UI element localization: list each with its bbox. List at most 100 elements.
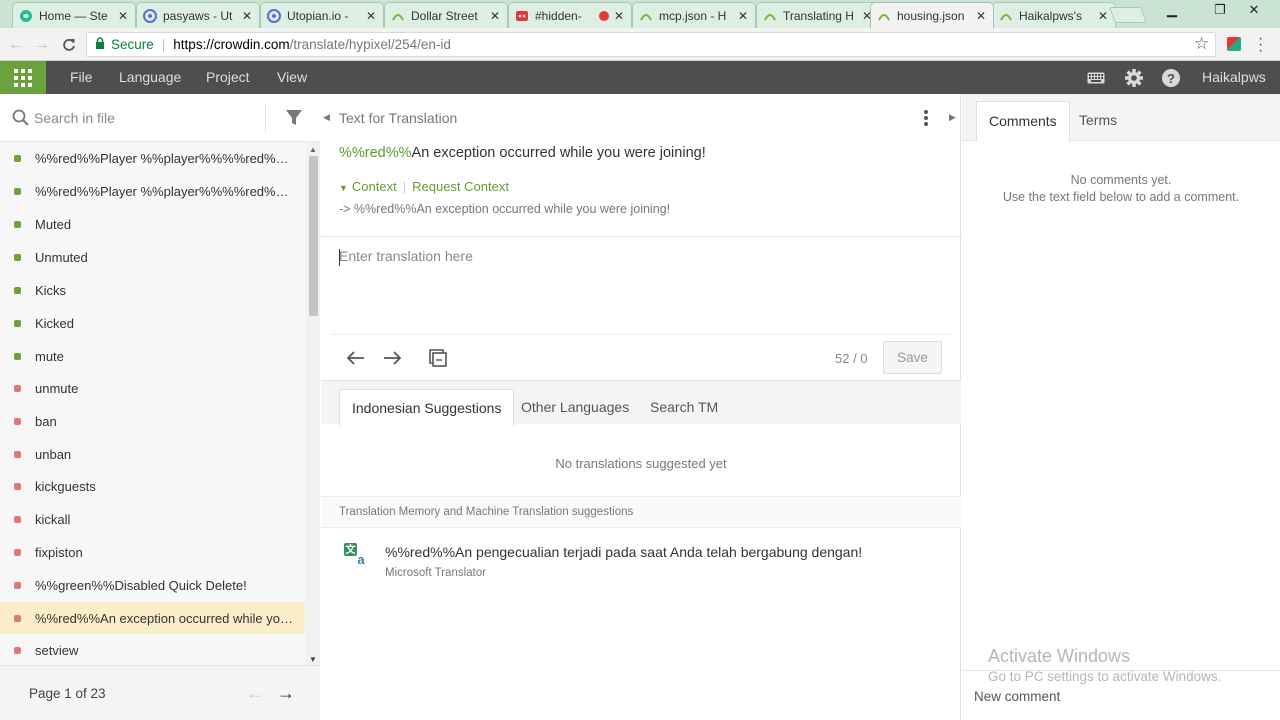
copy-source-icon[interactable]	[426, 347, 450, 369]
tab-comments[interactable]: Comments	[976, 101, 1070, 142]
string-text: kickall	[35, 511, 71, 527]
browser-tab-active[interactable]: housing.json ✕	[870, 2, 994, 28]
next-string-icon[interactable]	[380, 347, 404, 369]
previous-page-icon[interactable]: ←	[246, 683, 264, 704]
restore-icon[interactable]: ❐	[1206, 0, 1234, 20]
browser-tab[interactable]: Home — Ste ✕	[12, 2, 136, 28]
scroll-up-icon[interactable]: ▲	[309, 145, 317, 154]
status-dot	[14, 154, 21, 162]
address-bar: ← → Secure | https://crowdin.com/transla…	[0, 28, 1280, 61]
tab-terms[interactable]: Terms	[1067, 101, 1129, 142]
page-indicator: Page 1 of 23	[29, 686, 106, 701]
request-context-link[interactable]: Request Context	[412, 179, 509, 194]
character-counter: 52 / 0	[835, 351, 868, 366]
string-text: unmute	[35, 380, 79, 396]
search-input[interactable]	[34, 106, 254, 130]
string-text: ban	[35, 413, 57, 429]
no-comments-message: No comments yet.	[1070, 173, 1172, 187]
context-label: Context	[351, 179, 397, 194]
string-item-selected[interactable]: %%red%%An exception occurred while you .…	[0, 602, 305, 634]
string-item[interactable]: unban	[0, 438, 305, 470]
gear-icon[interactable]	[1124, 68, 1144, 88]
scroll-down-icon[interactable]: ▼	[309, 655, 317, 664]
browser-tab[interactable]: pasyaws - Ut ✕	[136, 2, 260, 28]
next-page-icon[interactable]: →	[277, 683, 295, 704]
tab-title: Home — Ste	[39, 8, 108, 23]
reload-icon[interactable]	[59, 35, 79, 55]
browser-tab[interactable]: Haikalpws's ✕	[992, 2, 1116, 28]
tab-title: pasyaws - Ut	[163, 8, 233, 23]
string-item[interactable]: Unmuted	[0, 241, 305, 273]
menu-language[interactable]: Language	[119, 61, 181, 94]
tab-indonesian-suggestions[interactable]: Indonesian Suggestions	[339, 389, 515, 426]
browser-tab[interactable]: #hidden- ✕	[508, 2, 632, 28]
string-item[interactable]: fixpiston	[0, 536, 305, 568]
context-toggle[interactable]: ▼ Context	[339, 179, 397, 194]
more-options-icon[interactable]	[923, 108, 929, 128]
apps-grid-icon[interactable]	[0, 61, 46, 94]
back-icon[interactable]: ←	[6, 35, 26, 55]
tab-search-tm[interactable]: Search TM	[638, 389, 730, 426]
close-icon[interactable]: ✕	[1097, 9, 1109, 23]
browser-tab[interactable]: Dollar Street ✕	[384, 2, 508, 28]
close-icon[interactable]: ✕	[489, 9, 501, 23]
extension-icon[interactable]	[1227, 37, 1241, 51]
status-dot	[14, 220, 21, 228]
bookmark-star-icon[interactable]: ☆	[1194, 34, 1209, 54]
close-icon[interactable]: ✕	[241, 9, 253, 23]
browser-tab[interactable]: mcp.json - H ✕	[632, 2, 756, 28]
url-path: /translate/hypixel/254/en-id	[289, 37, 451, 52]
translation-input[interactable]	[331, 238, 951, 332]
string-item[interactable]: kickguests	[0, 470, 305, 502]
context-row: ▼ Context | Request Context	[339, 179, 509, 194]
user-menu[interactable]: Haikalpws	[1202, 61, 1266, 94]
collapse-left-icon[interactable]: ◀	[323, 112, 330, 123]
scrollbar-thumb[interactable]	[309, 156, 318, 316]
menu-file[interactable]: File	[70, 61, 93, 94]
close-icon[interactable]: ✕	[613, 9, 625, 23]
string-item[interactable]: %%green%%Disabled Quick Delete!	[0, 569, 305, 601]
string-item[interactable]: %%red%%Player %%player%%%%red%% is ...	[0, 175, 305, 207]
string-item[interactable]: setview	[0, 634, 305, 665]
steemit-icon	[19, 9, 33, 23]
close-icon[interactable]: ✕	[117, 9, 129, 23]
string-item[interactable]: %%red%%Player %%player%%%%red%% is ...	[0, 142, 305, 174]
browser-tab[interactable]: Translating H ✕	[756, 2, 880, 28]
string-item[interactable]: Kicks	[0, 274, 305, 306]
url-field[interactable]: Secure | https://crowdin.com/translate/h…	[86, 32, 1216, 57]
browser-menu-icon[interactable]: · · ·	[1258, 31, 1263, 59]
menu-project[interactable]: Project	[206, 61, 250, 94]
keyboard-icon[interactable]	[1086, 68, 1106, 88]
window-close-icon[interactable]: ✕	[1240, 0, 1268, 20]
string-item[interactable]: Kicked	[0, 307, 305, 339]
divider: |	[402, 179, 407, 194]
search-icon	[12, 109, 29, 129]
string-item[interactable]: ban	[0, 405, 305, 437]
status-dot	[14, 352, 21, 360]
forward-icon[interactable]: →	[32, 35, 52, 55]
string-item[interactable]: mute	[0, 340, 305, 372]
save-button[interactable]: Save	[883, 341, 942, 374]
tab-other-languages[interactable]: Other Languages	[509, 389, 641, 426]
string-item[interactable]: Muted	[0, 208, 305, 240]
menu-view[interactable]: View	[277, 61, 307, 94]
text-cursor	[339, 249, 340, 266]
browser-tab-strip: Home — Ste ✕ pasyaws - Ut ✕ Utopian.io -…	[0, 0, 1280, 28]
help-icon[interactable]: ?	[1161, 68, 1181, 88]
close-icon[interactable]: ✕	[737, 9, 749, 23]
utopian-icon	[143, 8, 157, 23]
mt-suggestion[interactable]: %%red%%An pengecualian terjadi pada saat…	[385, 544, 862, 560]
browser-tab[interactable]: Utopian.io - ✕	[260, 2, 384, 28]
minimize-icon[interactable]: ▁	[1158, 0, 1186, 20]
string-item[interactable]: kickall	[0, 503, 305, 535]
close-icon[interactable]: ✕	[975, 9, 987, 23]
filter-icon[interactable]	[285, 109, 303, 130]
string-item[interactable]: unmute	[0, 372, 305, 404]
previous-string-icon[interactable]	[344, 347, 368, 369]
new-comment-input[interactable]	[974, 685, 1264, 707]
collapse-right-icon[interactable]: ▶	[949, 112, 956, 123]
divider	[265, 104, 266, 132]
new-tab-button[interactable]	[1109, 7, 1147, 23]
close-icon[interactable]: ✕	[365, 9, 377, 23]
status-dot	[14, 253, 21, 261]
